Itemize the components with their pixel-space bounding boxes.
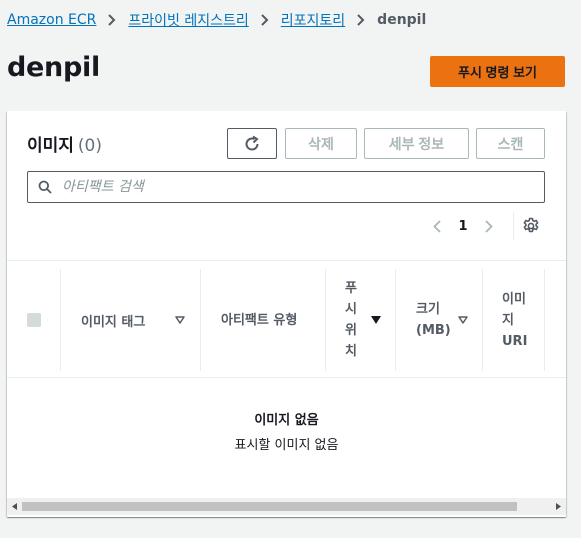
breadcrumb-amazon-ecr[interactable]: Amazon ECR	[7, 12, 96, 28]
scrollbar-thumb[interactable]	[22, 502, 517, 511]
breadcrumb: Amazon ECR 프라이빗 레지스트리 리포지토리 denpil	[7, 10, 426, 30]
column-artifact-type[interactable]: 아티팩트 유형	[221, 261, 311, 379]
search-icon	[38, 180, 52, 194]
caret-down-icon	[458, 316, 468, 324]
caret-down-icon	[175, 316, 185, 324]
caret-down-icon	[371, 316, 381, 324]
column-divider	[482, 269, 483, 371]
images-count: (0)	[77, 136, 103, 156]
breadcrumb-repositories[interactable]: 리포지토리	[281, 10, 345, 30]
previous-page-button[interactable]	[423, 219, 451, 233]
next-page-button[interactable]	[475, 219, 503, 233]
column-label: 푸시 위치	[345, 281, 357, 359]
empty-state-title: 이미지 없음	[254, 413, 319, 428]
pager-divider	[513, 212, 514, 240]
delete-button[interactable]: 삭제	[285, 128, 357, 159]
column-label: 크기 (MB)	[416, 302, 451, 338]
chevron-left-icon	[433, 219, 441, 233]
column-image-tag[interactable]: 이미지 태그	[81, 261, 181, 379]
scroll-left-icon[interactable]	[10, 502, 20, 511]
page-number[interactable]: 1	[451, 219, 475, 234]
chevron-right-icon	[96, 14, 128, 26]
empty-state-subtitle: 표시할 이미지 없음	[234, 438, 339, 453]
images-title: 이미지	[27, 136, 74, 156]
images-header: 이미지 (0)	[27, 131, 102, 156]
column-divider	[60, 269, 61, 371]
gear-icon[interactable]	[522, 217, 540, 235]
column-divider	[395, 269, 396, 371]
select-all-checkbox[interactable]	[27, 313, 41, 327]
column-label: 아티팩트 유형	[221, 312, 298, 328]
column-size[interactable]: 크기 (MB)	[416, 261, 456, 379]
pagination: 1	[423, 211, 503, 241]
images-panel: 이미지(0) 삭제 세부 정보 스캔 1 이미지 태그 아티팩트 유형 푸시 위…	[7, 111, 566, 517]
refresh-button[interactable]	[227, 128, 277, 159]
breadcrumb-current: denpil	[377, 12, 427, 28]
column-divider	[200, 269, 201, 371]
horizontal-scrollbar[interactable]	[7, 498, 566, 515]
column-label: 이미지 URI	[502, 291, 528, 349]
details-button[interactable]: 세부 정보	[364, 128, 469, 159]
scroll-right-icon[interactable]	[553, 502, 563, 511]
column-label: 이미지 태그	[81, 314, 146, 330]
chevron-right-icon	[249, 14, 281, 26]
column-divider	[544, 269, 545, 371]
chevron-right-icon	[485, 219, 493, 233]
column-image-uri[interactable]: 이미지 URI	[502, 261, 532, 379]
refresh-icon	[245, 135, 259, 150]
column-pushed-at[interactable]: 푸시 위치	[345, 261, 365, 379]
column-divider	[325, 269, 326, 371]
search-input[interactable]	[62, 179, 522, 195]
view-push-commands-button[interactable]: 푸시 명령 보기	[430, 56, 565, 87]
scan-button[interactable]: 스캔	[476, 128, 545, 159]
chevron-right-icon	[345, 14, 377, 26]
breadcrumb-private-registry[interactable]: 프라이빗 레지스트리	[128, 10, 248, 30]
images-table-header: 이미지 태그 아티팩트 유형 푸시 위치 크기 (MB) 이미지 URI	[7, 260, 566, 378]
page-title: denpil	[7, 52, 100, 83]
artifact-search	[27, 171, 545, 203]
